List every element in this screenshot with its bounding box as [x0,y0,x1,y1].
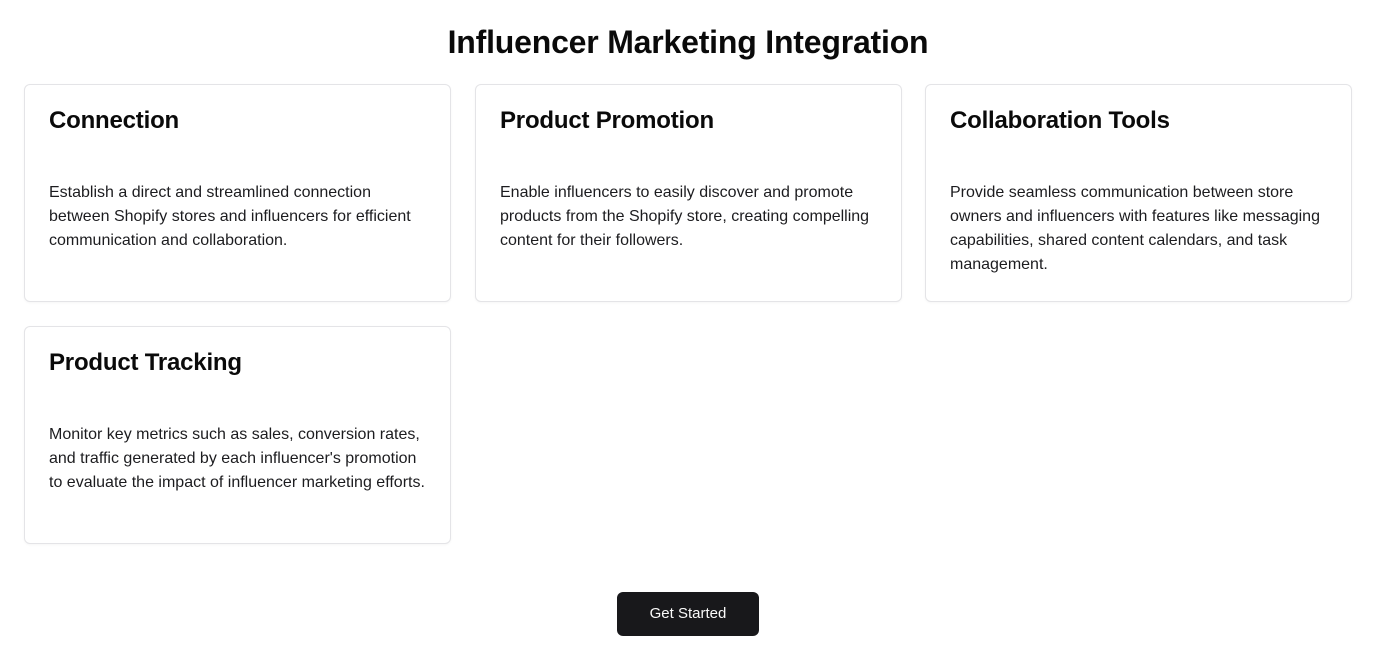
get-started-button[interactable]: Get Started [617,592,759,636]
feature-card-product-promotion: Product Promotion Enable influencers to … [475,84,902,302]
feature-card-product-tracking: Product Tracking Monitor key metrics suc… [24,326,451,544]
page-title: Influencer Marketing Integration [447,24,929,60]
card-title: Product Tracking [49,349,242,376]
card-title: Collaboration Tools [950,107,1170,134]
card-title: Connection [49,107,179,134]
card-description: Provide seamless communication between s… [950,184,1320,273]
feature-card-collaboration-tools: Collaboration Tools Provide seamless com… [925,84,1352,302]
card-title: Product Promotion [500,107,714,134]
card-description: Establish a direct and streamlined conne… [49,184,411,249]
card-description: Enable influencers to easily discover an… [500,184,870,249]
feature-card-connection: Connection Establish a direct and stream… [24,84,451,302]
card-description: Monitor key metrics such as sales, conve… [49,426,425,491]
